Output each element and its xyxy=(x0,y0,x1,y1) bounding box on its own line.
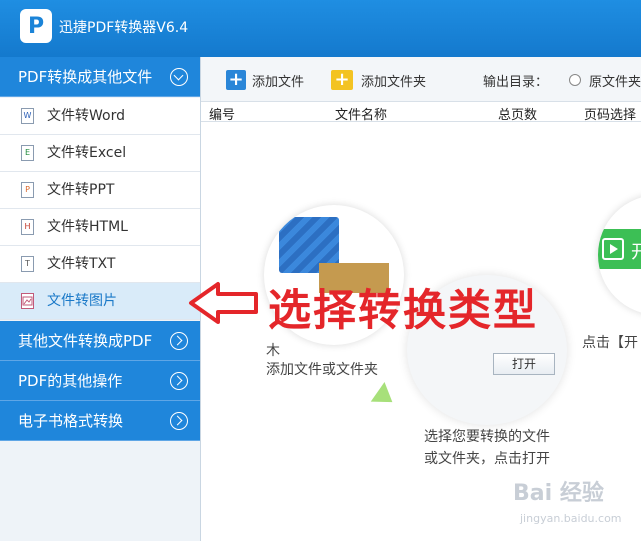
html-file-icon: H xyxy=(21,219,34,235)
add-folder-icon: + xyxy=(331,70,353,90)
sidebar-category-pdf-other-ops[interactable]: PDF的其他操作 xyxy=(0,361,200,401)
column-header-filename: 文件名称 xyxy=(335,108,388,123)
add-file-icon: + xyxy=(226,70,246,90)
sidebar: PDF转换成其他文件 W 文件转Word E 文件转Excel P 文件转PPT… xyxy=(0,57,201,541)
sidebar-item-label: 文件转图片 xyxy=(47,293,117,309)
sidebar-item-label: 文件转TXT xyxy=(47,256,116,272)
chevron-right-icon xyxy=(170,332,188,350)
annotation-text: 选择转换类型 xyxy=(268,286,538,336)
radio-icon xyxy=(569,74,581,86)
sidebar-category-pdf-to-other[interactable]: PDF转换成其他文件 xyxy=(0,57,200,97)
start-button-text: 开 xyxy=(631,242,641,263)
logo-letter: P xyxy=(27,13,45,39)
sidebar-item-label: 文件转Excel xyxy=(47,145,127,161)
add-file-label: 添加文件 xyxy=(252,74,305,90)
toolbar: + 添加文件 + 添加文件夹 输出目录： 原文件夹 xyxy=(201,57,641,102)
column-header-number: 编号 xyxy=(209,108,236,123)
title-bar: P 迅捷PDF转换器V6.4 xyxy=(0,0,641,57)
annotation-arrow-icon xyxy=(189,282,258,324)
step2-caption-line2: 或文件夹，点击打开 xyxy=(424,451,550,467)
chevron-right-icon xyxy=(170,412,188,430)
sidebar-item-label: 文件转PPT xyxy=(47,182,115,198)
app-title: 迅捷PDF转换器V6.4 xyxy=(59,20,189,36)
ppt-file-icon: P xyxy=(21,182,34,198)
output-original-folder-radio[interactable]: 原文件夹 xyxy=(569,69,641,91)
column-header-page-select: 页码选择 xyxy=(584,108,637,123)
add-folder-label: 添加文件夹 xyxy=(361,74,427,90)
add-folder-button[interactable]: + 添加文件夹 xyxy=(331,69,426,91)
sidebar-item-image[interactable]: 文件转图片 xyxy=(0,283,200,320)
watermark: Bai 经验 xyxy=(513,481,604,506)
sidebar-category-other-to-pdf[interactable]: 其他文件转换成PDF xyxy=(0,321,200,361)
category-label: PDF的其他操作 xyxy=(18,372,123,390)
category-label: 其他文件转换成PDF xyxy=(18,332,153,350)
category-label: PDF转换成其他文件 xyxy=(18,68,153,86)
word-file-icon: W xyxy=(21,108,34,124)
app-window: P 迅捷PDF转换器V6.4 PDF转换成其他文件 W 文件转Word E 文件… xyxy=(0,0,641,541)
open-button-illustration: 打开 xyxy=(493,353,555,375)
play-icon xyxy=(602,238,624,260)
column-header-page-count: 总页数 xyxy=(498,108,538,123)
step2-caption-line1: 选择您要转换的文件 xyxy=(424,429,550,445)
chevron-right-icon xyxy=(170,372,188,390)
file-table-header: 编号 文件名称 总页数 页码选择 xyxy=(201,102,641,123)
add-file-button[interactable]: + 添加文件 xyxy=(226,69,304,91)
start-button-illustration: 开 xyxy=(598,229,641,269)
radio-label: 原文件夹 xyxy=(589,74,641,90)
sidebar-item-excel[interactable]: E 文件转Excel xyxy=(0,135,200,172)
category-label: 电子书格式转换 xyxy=(18,412,124,430)
sidebar-item-word[interactable]: W 文件转Word xyxy=(0,98,200,135)
watermark-url: jingyan.baidu.com xyxy=(520,512,622,525)
sidebar-item-txt[interactable]: T 文件转TXT xyxy=(0,246,200,283)
sidebar-item-ppt[interactable]: P 文件转PPT xyxy=(0,172,200,209)
sidebar-category-ebook[interactable]: 电子书格式转换 xyxy=(0,401,200,441)
output-dir-label: 输出目录： xyxy=(483,74,549,90)
app-logo-icon: P xyxy=(20,9,52,43)
step1-caption: 添加文件或文件夹 xyxy=(266,362,378,378)
sidebar-item-label: 文件转Word xyxy=(47,108,125,124)
step3-caption: 点击【开 xyxy=(582,335,638,351)
txt-file-icon: T xyxy=(21,256,34,272)
image-file-icon xyxy=(21,293,34,309)
sidebar-item-label: 文件转HTML xyxy=(47,219,128,235)
sidebar-item-html[interactable]: H 文件转HTML xyxy=(0,209,200,246)
excel-file-icon: E xyxy=(21,145,34,161)
chevron-down-icon xyxy=(170,68,188,86)
